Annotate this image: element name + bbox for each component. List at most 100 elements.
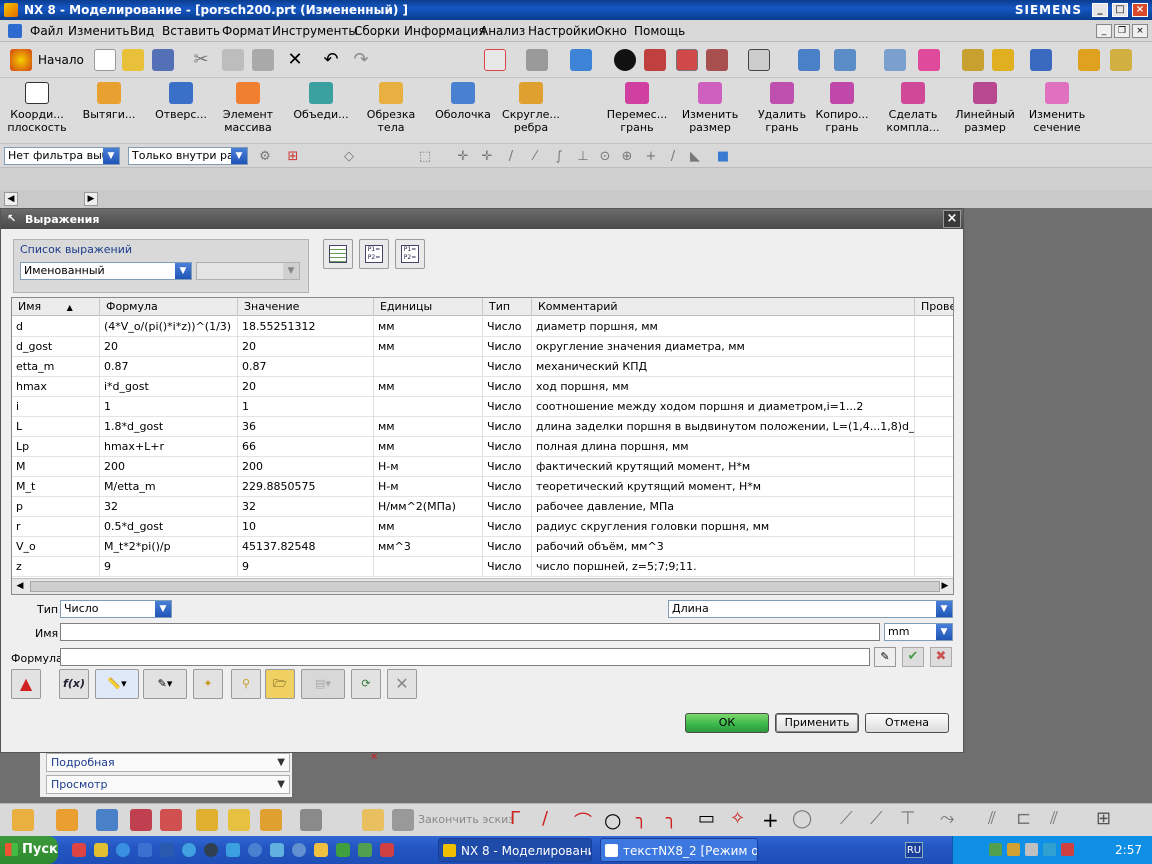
table-row[interactable]: hmax i*d_gost 20 мм Число ход поршня, мм xyxy=(12,377,953,397)
section-view-icon[interactable] xyxy=(644,49,666,71)
line-icon[interactable]: / xyxy=(542,808,548,829)
language-indicator[interactable]: RU xyxy=(905,842,923,858)
col-type[interactable]: Тип xyxy=(483,298,532,316)
snap-center-icon[interactable]: ⊙ xyxy=(598,150,612,164)
quicklaunch-k-icon[interactable] xyxy=(248,843,262,857)
start-icon[interactable] xyxy=(10,49,32,71)
wave-icon[interactable] xyxy=(196,809,218,831)
point-icon[interactable]: + xyxy=(762,808,779,832)
mdi-restore-button[interactable]: ❐ xyxy=(1114,24,1130,38)
arc-icon[interactable]: ⌒ xyxy=(574,808,592,834)
finish-sketch-button[interactable]: Закончить эскиз xyxy=(418,813,514,826)
work-layer-icon[interactable] xyxy=(748,49,770,71)
start-menu-button[interactable]: Начало xyxy=(38,53,84,67)
list-mode-combo[interactable]: Именованный ▼ xyxy=(20,262,192,280)
selection-icon[interactable]: ◇ xyxy=(342,150,356,164)
finish-sketch-icon[interactable] xyxy=(392,809,414,831)
taskbar-item-nx[interactable]: NX 8 - Моделировани... xyxy=(438,838,592,862)
quicklaunch-ie-icon[interactable] xyxy=(226,843,240,857)
quicklaunch-word-icon[interactable] xyxy=(160,843,174,857)
menu-format[interactable]: Формат xyxy=(222,24,271,38)
circle-icon[interactable]: ○ xyxy=(604,808,621,832)
part-navigator-icon[interactable] xyxy=(884,49,906,71)
table-row[interactable]: V_o M_t*2*pi()/p 45137.82548 мм^3 Число рабоч… xyxy=(12,537,953,557)
snap-face-icon[interactable]: ◣ xyxy=(688,150,702,164)
menu-view[interactable]: Вид xyxy=(130,24,154,38)
copy-icon[interactable] xyxy=(222,49,244,71)
undo-icon[interactable]: ↶ xyxy=(320,49,342,71)
snap-endpoint-icon[interactable]: ✛ xyxy=(456,150,470,164)
quicklaunch-green-icon[interactable] xyxy=(336,843,350,857)
extrude-button[interactable]: Вытяги... xyxy=(78,82,140,121)
quicklaunch-red-icon[interactable] xyxy=(380,843,394,857)
sketch-icon[interactable] xyxy=(362,809,384,831)
apply-button[interactable]: Применить xyxy=(775,713,859,733)
menu-window[interactable]: Окно xyxy=(595,24,627,38)
polygon-icon[interactable]: ✧ xyxy=(730,808,745,829)
delete-expression-icon[interactable]: ✕ xyxy=(387,669,417,699)
import-expressions-button[interactable]: P1= P2= xyxy=(359,239,389,269)
col-formula[interactable]: Формула xyxy=(100,298,238,316)
quicklaunch-leaf-icon[interactable] xyxy=(358,843,372,857)
wizard-icon[interactable]: ✦ xyxy=(193,669,223,699)
pattern-feature-button[interactable]: Элемент массива xyxy=(218,82,278,134)
measure-icon[interactable] xyxy=(992,49,1014,71)
background-icon[interactable] xyxy=(614,49,636,71)
mdi-close-button[interactable]: × xyxy=(1132,24,1148,38)
paste-icon[interactable] xyxy=(252,49,274,71)
show-hide-icon[interactable] xyxy=(676,49,698,71)
save-icon[interactable] xyxy=(152,49,174,71)
delete-face-button[interactable]: Удалить грань xyxy=(752,82,812,134)
snap-curve-icon[interactable]: ∫ xyxy=(552,150,566,164)
snap-existing-icon[interactable]: / xyxy=(666,150,680,164)
quicklaunch-qip-icon[interactable] xyxy=(116,843,130,857)
datum-plane-button[interactable]: Коорди... плоскость xyxy=(6,82,68,134)
menu-analysis[interactable]: Анализ xyxy=(480,24,525,38)
menu-tools[interactable]: Инструменты xyxy=(272,24,358,38)
ok-button[interactable]: ОК xyxy=(685,713,769,733)
table-row[interactable]: etta_m 0.87 0.87 Число механический КПД xyxy=(12,357,953,377)
app-menu-icon[interactable] xyxy=(8,24,22,38)
explode-icon[interactable] xyxy=(228,809,250,831)
name-input[interactable] xyxy=(60,623,880,641)
drafting-icon[interactable] xyxy=(1110,49,1132,71)
clip-section-icon[interactable] xyxy=(706,49,728,71)
snap-intersection-icon[interactable]: + xyxy=(644,150,658,164)
offset-curve-icon[interactable]: ⤳ xyxy=(940,808,954,829)
snap-line-icon[interactable]: / xyxy=(504,150,518,164)
snap-quadrant-icon[interactable]: ⊕ xyxy=(620,150,634,164)
menu-preferences[interactable]: Настройки xyxy=(528,24,596,38)
quicklaunch-opera-icon[interactable] xyxy=(72,843,86,857)
spreadsheet-edit-button[interactable] xyxy=(323,239,353,269)
fillet-icon[interactable]: ╮ xyxy=(636,808,647,829)
copy-face-button[interactable]: Копиро... грань xyxy=(814,82,870,134)
col-units[interactable]: Единицы xyxy=(374,298,483,316)
tray-icon-4[interactable] xyxy=(1043,843,1056,856)
details-section[interactable]: Подробная ▼ xyxy=(46,753,290,772)
menu-file[interactable]: Файл xyxy=(30,24,63,38)
snap-perpendicular-icon[interactable]: ⊥ xyxy=(576,150,590,164)
snap-body-icon[interactable]: ■ xyxy=(716,150,730,164)
start-button[interactable]: Пуск xyxy=(0,836,58,864)
trim-icon[interactable]: ⟋ xyxy=(840,808,853,829)
snap-icon[interactable] xyxy=(1030,49,1052,71)
refresh-spreadsheet-icon[interactable]: ⟳ xyxy=(351,669,381,699)
type-combo[interactable]: Число ▼ xyxy=(60,600,172,618)
sketch-options-icon[interactable]: ⊞ xyxy=(1096,808,1111,829)
change-section-button[interactable]: Изменить сечение xyxy=(1026,82,1088,134)
analysis-icon[interactable] xyxy=(962,49,984,71)
table-row[interactable]: p 32 32 Н/мм^2(МПа) Число рабочее давление, М… xyxy=(12,497,953,517)
link-expression-icon[interactable]: ⚲ xyxy=(231,669,261,699)
resize-button[interactable]: Изменить размер xyxy=(680,82,740,134)
table-row[interactable]: M 200 200 Н-м Число фактический крутящий моме… xyxy=(12,457,953,477)
measure-distance-icon[interactable]: 📏▾ xyxy=(95,669,139,699)
select-all-icon[interactable]: ⊞ xyxy=(286,150,300,164)
table-row[interactable]: L 1.8*d_gost 36 мм Число длина заделки поршня… xyxy=(12,417,953,437)
move-component-icon[interactable] xyxy=(798,49,820,71)
ruler-icon[interactable] xyxy=(1078,49,1100,71)
edge-blend-button[interactable]: Скругле... ребра xyxy=(500,82,562,134)
table-row[interactable]: M_t M/etta_m 229.8850575 Н-м Число теоретичес… xyxy=(12,477,953,497)
wcs-icon[interactable] xyxy=(918,49,940,71)
mirror-icon[interactable] xyxy=(130,809,152,831)
tray-icon-5[interactable] xyxy=(1061,843,1074,856)
